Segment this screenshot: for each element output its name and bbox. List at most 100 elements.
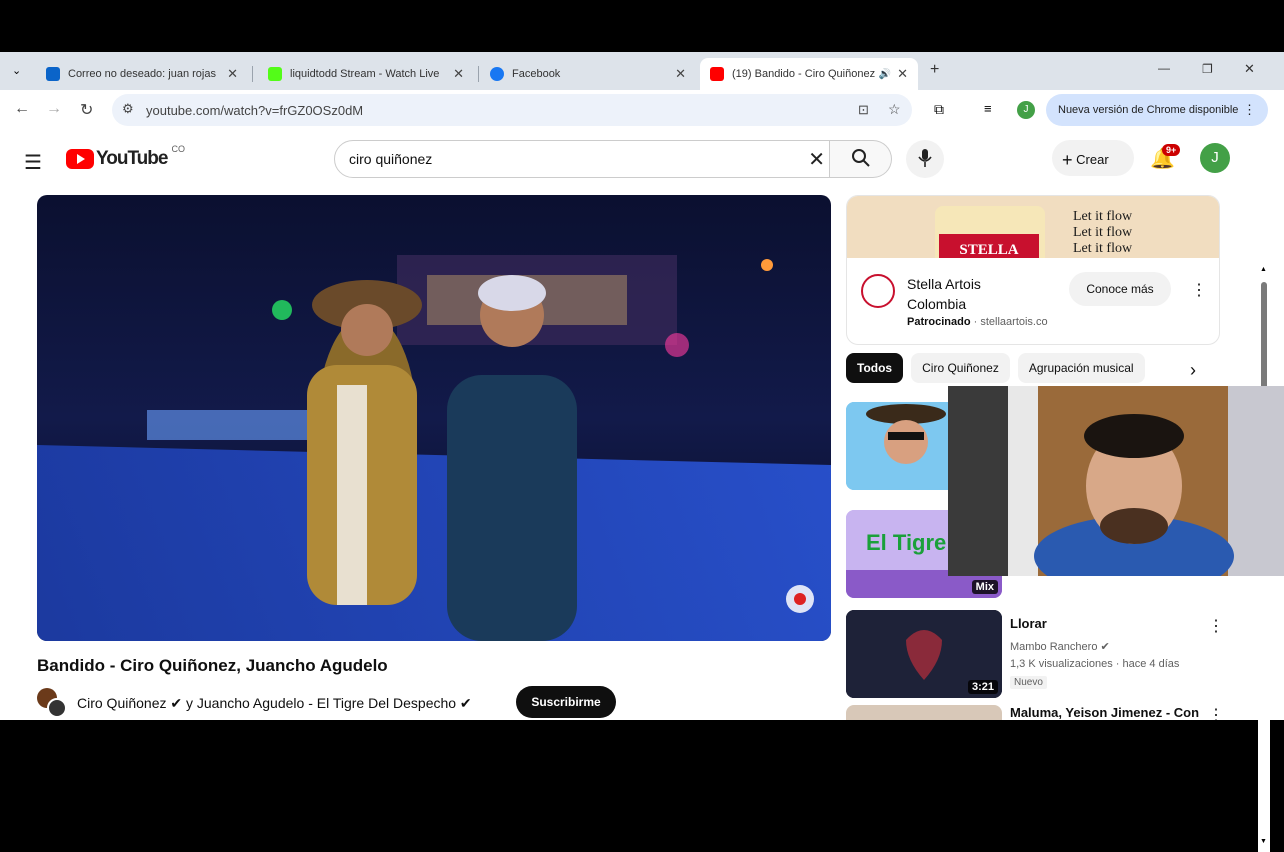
recommendation-stats: 1,3 K visualizaciones · hace 4 días: [1010, 658, 1180, 670]
media-controls-icon[interactable]: ≡: [984, 101, 992, 116]
recommendation-thumbnail[interactable]: [846, 705, 1002, 720]
tab-title: liquidtodd Stream - Watch Live: [290, 68, 440, 80]
close-icon[interactable]: ✕: [675, 66, 686, 82]
forward-icon[interactable]: →: [46, 100, 62, 118]
recommendation-title[interactable]: Llorar: [1010, 616, 1047, 631]
plus-icon: +: [1062, 150, 1073, 170]
scroll-down-arrow[interactable]: ▼: [1260, 838, 1267, 845]
video-frame: [37, 195, 831, 641]
black-letterbox: [0, 0, 1284, 52]
more-vert-icon[interactable]: ⋮: [1243, 102, 1256, 118]
clear-search-icon[interactable]: ✕: [808, 147, 825, 172]
tab-title: Facebook: [512, 68, 561, 80]
tab-search-icon[interactable]: ⌄: [12, 64, 21, 77]
menu-icon[interactable]: ☰: [24, 150, 42, 175]
new-tab-button[interactable]: +: [930, 61, 939, 79]
restore-button[interactable]: ❐: [1202, 62, 1213, 76]
speaker-icon[interactable]: 🔊: [879, 69, 891, 80]
banner-brand-text: STELLA: [959, 242, 1018, 258]
kick-icon: [268, 67, 282, 81]
close-icon[interactable]: ✕: [897, 66, 908, 82]
back-icon[interactable]: ←: [14, 100, 30, 118]
tab-strip: ⌄ Correo no deseado: juan rojas ✕ liquid…: [0, 52, 1284, 90]
site-info-icon[interactable]: ⚙: [122, 101, 134, 117]
toolbar: ← → ↻ ⚙ youtube.com/watch?v=frGZ0OSz0dM …: [0, 90, 1284, 132]
ad-banner: STELLA Let it flow Let it flow Let it fl…: [847, 196, 1219, 258]
youtube-favicon: [710, 67, 724, 81]
recommendation-thumbnail[interactable]: 3:21: [846, 610, 1002, 698]
ad-brand-line2: Colombia: [907, 296, 967, 312]
voice-search-button[interactable]: [906, 140, 944, 178]
close-icon[interactable]: ✕: [227, 66, 238, 82]
address-bar[interactable]: ⚙ youtube.com/watch?v=frGZ0OSz0dM ⊡ ☆: [112, 94, 912, 126]
tab-kick[interactable]: liquidtodd Stream - Watch Live ✕: [258, 58, 474, 90]
notifications-badge: 9+: [1162, 144, 1181, 156]
profile-avatar[interactable]: J: [1017, 101, 1035, 119]
reload-icon[interactable]: ↻: [80, 100, 93, 120]
webcam-overlay: [948, 386, 1284, 576]
sponsored-ad-card[interactable]: STELLA Let it flow Let it flow Let it fl…: [846, 195, 1220, 345]
install-app-icon[interactable]: ⊡: [858, 102, 869, 118]
chevron-right-icon[interactable]: ›: [1190, 360, 1196, 381]
channel-names[interactable]: Ciro Quiñonez ✔ y Juancho Agudelo - El T…: [77, 695, 472, 712]
search-input[interactable]: ciro quiñonez ✕: [334, 140, 830, 178]
ad-more-icon[interactable]: ⋮: [1191, 280, 1207, 300]
ad-meta: Patrocinado · stellaartois.co: [907, 316, 1048, 328]
close-icon[interactable]: ✕: [453, 66, 464, 82]
scroll-up-arrow[interactable]: ▲: [1260, 266, 1267, 273]
tab-title: Correo no deseado: juan rojas: [68, 68, 216, 80]
minimize-button[interactable]: —: [1158, 61, 1170, 75]
search-icon: [851, 149, 870, 167]
tab-outlook[interactable]: Correo no deseado: juan rojas ✕: [36, 58, 248, 90]
filter-chips: Todos Ciro Quiñonez Agrupación musical: [846, 353, 1153, 383]
banner-line: Let it flow: [1073, 225, 1133, 240]
chrome-update-button[interactable]: Nueva versión de Chrome disponible ⋮: [1046, 94, 1268, 126]
tab-title: (19) Bandido - Ciro Quiñonez: [732, 68, 875, 80]
video-duration: 3:21: [967, 680, 998, 694]
more-vert-icon[interactable]: ⋮: [1208, 705, 1224, 720]
channel-avatars[interactable]: [37, 688, 67, 718]
search-value: ciro quiñonez: [349, 151, 433, 167]
tab-divider: [252, 66, 253, 82]
recommendation-item[interactable]: Maluma, Yeison Jimenez - Con ⋮: [846, 705, 1226, 720]
bookmark-star-icon[interactable]: ☆: [888, 101, 901, 118]
channel-avatar-juancho: [47, 698, 67, 718]
microphone-icon: [918, 149, 932, 167]
search-button[interactable]: [830, 140, 892, 178]
video-title: Bandido - Ciro Quiñonez, Juancho Agudelo: [37, 656, 388, 675]
account-avatar[interactable]: J: [1200, 143, 1230, 173]
video-player[interactable]: [37, 195, 831, 641]
mix-label: Mix: [971, 580, 998, 594]
ad-domain: stellaartois.co: [980, 316, 1048, 328]
ad-cta-button[interactable]: Conoce más: [1069, 272, 1171, 306]
tab-youtube[interactable]: (19) Bandido - Ciro Quiñonez 🔊 ✕: [700, 58, 918, 90]
ad-brand-name: Stella Artois Colombia: [907, 274, 981, 314]
sponsored-label: Patrocinado: [907, 316, 971, 328]
chip-ciro-quinonez[interactable]: Ciro Quiñonez: [911, 353, 1010, 383]
outlook-icon: [46, 67, 60, 81]
youtube-logo[interactable]: YouTube CO: [66, 144, 185, 170]
chip-agrupacion-musical[interactable]: Agrupación musical: [1017, 353, 1145, 383]
create-label: Crear: [1076, 151, 1109, 167]
stella-artois-logo: [861, 274, 895, 308]
logo-wordmark: YouTube: [96, 148, 168, 169]
tab-facebook[interactable]: Facebook ✕: [480, 58, 696, 90]
tab-divider: [478, 66, 479, 82]
ad-brand-line1: Stella Artois: [907, 276, 981, 292]
url-text: youtube.com/watch?v=frGZ0OSz0dM: [146, 103, 364, 118]
more-vert-icon[interactable]: ⋮: [1208, 616, 1224, 636]
recommendation-title[interactable]: Maluma, Yeison Jimenez - Con: [1010, 705, 1199, 720]
recommendation-item[interactable]: 3:21 Llorar Mambo Ranchero ✔ 1,3 K visua…: [846, 610, 1226, 705]
extensions-icon[interactable]: ⧉: [934, 101, 944, 118]
create-button[interactable]: + Crear: [1052, 140, 1134, 176]
window-close-button[interactable]: ✕: [1244, 61, 1255, 77]
new-badge: Nuevo: [1010, 676, 1047, 689]
chrome-update-label: Nueva versión de Chrome disponible: [1058, 104, 1239, 116]
channel-row: Ciro Quiñonez ✔ y Juancho Agudelo - El T…: [37, 686, 472, 720]
webcam-frame: [948, 386, 1284, 576]
banner-line: Let it flow: [1073, 241, 1133, 256]
chip-todos[interactable]: Todos: [846, 353, 904, 383]
subscribe-button[interactable]: Suscribirme: [516, 686, 616, 718]
banner-line: Let it flow: [1073, 209, 1133, 224]
recommendation-channel[interactable]: Mambo Ranchero ✔: [1010, 640, 1110, 653]
